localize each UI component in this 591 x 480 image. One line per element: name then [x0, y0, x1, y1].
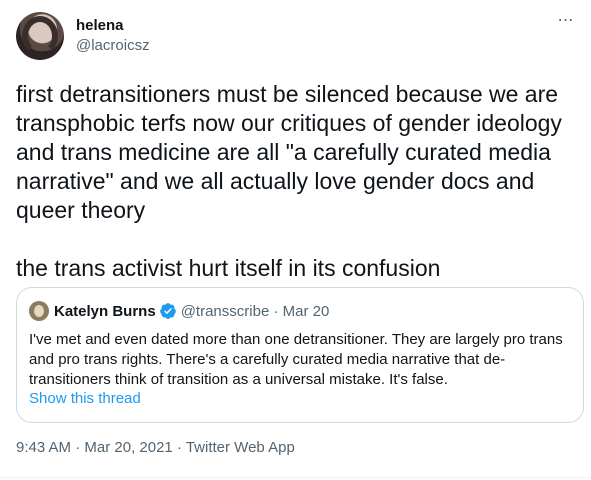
avatar[interactable] [16, 12, 64, 60]
author-display-name[interactable]: helena [76, 16, 150, 36]
tweet-meta: 9:43 AM · Mar 20, 2021 · Twitter Web App [16, 438, 295, 458]
quoted-tweet-text: I've met and even dated more than one de… [29, 331, 563, 388]
tweet-date[interactable]: Mar 20, 2021 [84, 439, 172, 456]
meta-separator: · [71, 439, 85, 456]
avatar-hair [22, 16, 58, 56]
quoted-display-name: Katelyn Burns [54, 302, 156, 320]
show-thread-link[interactable]: Show this thread [29, 390, 141, 407]
verified-badge-icon [159, 303, 176, 319]
quoted-tweet-header: Katelyn Burns @transscribe · Mar 20 [29, 300, 329, 322]
tweet-header: helena @lacroicsz ⋯ [16, 12, 576, 64]
tweet-time[interactable]: 9:43 AM [16, 439, 71, 456]
author-names: helena @lacroicsz [76, 16, 150, 56]
meta-separator: · [172, 439, 186, 456]
tweet: helena @lacroicsz ⋯ first detransitioner… [0, 0, 591, 480]
tweet-source[interactable]: Twitter Web App [186, 439, 295, 456]
author-handle[interactable]: @lacroicsz [76, 36, 150, 56]
quoted-avatar [29, 301, 49, 321]
quoted-handle-and-date: @transscribe · Mar 20 [180, 302, 330, 320]
quoted-tweet[interactable]: Katelyn Burns @transscribe · Mar 20 I've… [16, 287, 584, 423]
more-options-icon[interactable]: ⋯ [556, 13, 576, 34]
tweet-text: first detransitioners must be silenced b… [16, 81, 562, 281]
divider [0, 477, 591, 478]
